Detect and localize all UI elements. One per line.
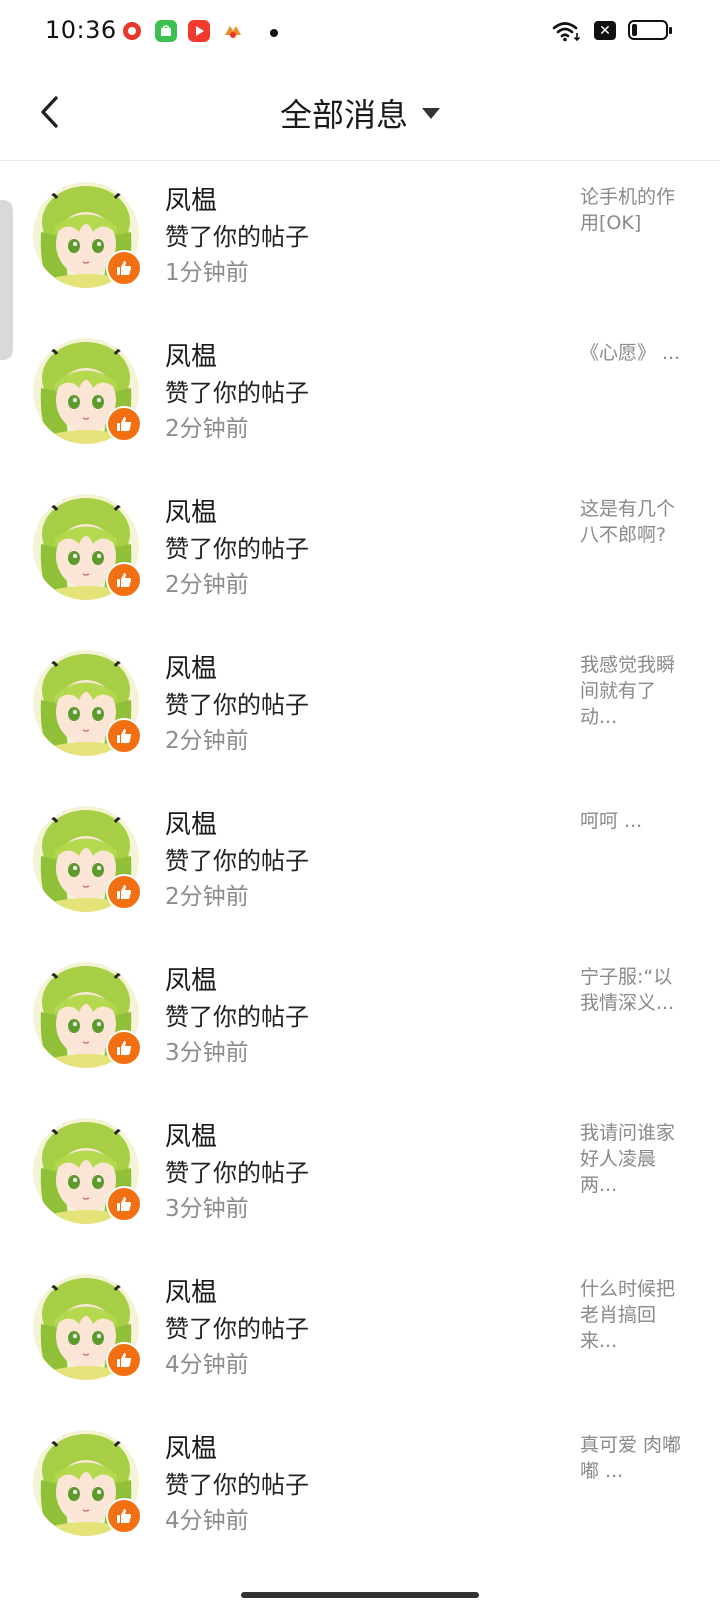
post-snippet[interactable]: 宁子服:“以我情深义... xyxy=(580,964,690,1016)
notification-action: 赞了你的帖子 xyxy=(165,535,309,563)
notification-item[interactable]: 凤榅赞了你的帖子 1分钟前 论手机的作用[OK] xyxy=(0,160,720,316)
thumbs-up-icon xyxy=(106,1030,142,1066)
notification-dot xyxy=(270,29,278,37)
notification-item[interactable]: 凤榅赞了你的帖子 2分钟前 呵呵 ... xyxy=(0,784,720,940)
notification-time: 2分钟前 xyxy=(165,416,249,442)
notification-item[interactable]: 凤榅赞了你的帖子 2分钟前 我感觉我瞬间就有了动... xyxy=(0,628,720,784)
notification-action: 赞了你的帖子 xyxy=(165,1471,309,1499)
sender-name: 凤榅 xyxy=(165,966,218,996)
page-title: 全部消息 xyxy=(279,96,408,134)
notification-time: 4分钟前 xyxy=(165,1352,249,1378)
notification-list: 凤榅 赞了你的帖子 1分钟前 论手机的作用[OK] 凤榅 赞了你的帖子 2分钟前 《心愿》 … xyxy=(0,160,720,1564)
sender-name: 凤榅 xyxy=(165,1122,218,1152)
sender-name: 凤榅 xyxy=(165,654,218,684)
game-app-icon xyxy=(222,20,244,42)
message-app-icon xyxy=(121,20,143,42)
notification-time: 2分钟前 xyxy=(165,884,249,910)
notification-action: 赞了你的帖子 xyxy=(165,1315,309,1343)
notification-action: 赞了你的帖子 xyxy=(165,223,309,251)
store-app-icon xyxy=(155,20,177,42)
video-app-icon xyxy=(188,20,210,42)
post-snippet[interactable]: 呵呵 ... xyxy=(580,808,690,834)
post-snippet[interactable]: 《心愿》 ... xyxy=(580,340,690,366)
sender-name: 凤榅 xyxy=(165,342,218,372)
title-dropdown[interactable]: 全部消息 xyxy=(0,90,720,136)
notification-item[interactable]: 凤榅赞了你的帖子 3分钟前 我请问谁家好人凌晨两... xyxy=(0,1096,720,1252)
thumbs-up-icon xyxy=(106,1498,142,1534)
thumbs-up-icon xyxy=(106,562,142,598)
notification-time: 1分钟前 xyxy=(165,260,249,286)
caret-down-icon xyxy=(422,107,440,119)
thumbs-up-icon xyxy=(106,250,142,286)
notification-time: 2分钟前 xyxy=(165,572,249,598)
notification-action: 赞了你的帖子 xyxy=(165,691,309,719)
status-time: 10:36 xyxy=(45,16,117,44)
thumbs-up-icon xyxy=(106,406,142,442)
home-indicator[interactable] xyxy=(241,1592,479,1598)
notification-item[interactable]: 凤榅赞了你的帖子 3分钟前 宁子服:“以我情深义... xyxy=(0,940,720,1096)
post-snippet[interactable]: 这是有几个八不郎啊? xyxy=(580,496,690,548)
battery-level xyxy=(632,24,637,36)
notification-action: 赞了你的帖子 xyxy=(165,1003,309,1031)
notification-item[interactable]: 凤榅赞了你的帖子 4分钟前 真可爱 肉嘟嘟 ... xyxy=(0,1408,720,1564)
notification-item[interactable]: 凤榅赞了你的帖子 2分钟前 《心愿》 ... xyxy=(0,316,720,472)
post-snippet[interactable]: 我感觉我瞬间就有了动... xyxy=(580,652,690,730)
post-snippet[interactable]: 论手机的作用[OK] xyxy=(580,184,690,236)
notification-item[interactable]: 凤榅赞了你的帖子 2分钟前 这是有几个八不郎啊? xyxy=(0,472,720,628)
notification-time: 3分钟前 xyxy=(165,1040,249,1066)
sender-name: 凤榅 xyxy=(165,1278,218,1308)
post-snippet[interactable]: 真可爱 肉嘟嘟 ... xyxy=(580,1432,690,1484)
post-snippet[interactable]: 我请问谁家好人凌晨两... xyxy=(580,1120,690,1198)
post-snippet[interactable]: 什么时候把老肖搞回来... xyxy=(580,1276,690,1354)
battery-icon xyxy=(628,20,672,40)
notification-time: 3分钟前 xyxy=(165,1196,249,1222)
notification-item[interactable]: 凤榅赞了你的帖子 4分钟前 什么时候把老肖搞回来... xyxy=(0,1252,720,1408)
wifi-icon xyxy=(552,22,581,42)
notification-action: 赞了你的帖子 xyxy=(165,1159,309,1187)
notification-time: 4分钟前 xyxy=(165,1508,249,1534)
notification-action: 赞了你的帖子 xyxy=(165,847,309,875)
notification-time: 2分钟前 xyxy=(165,728,249,754)
status-bar: 10:36 ✕ xyxy=(0,0,720,64)
sender-name: 凤榅 xyxy=(165,810,218,840)
thumbs-up-icon xyxy=(106,1186,142,1222)
sender-name: 凤榅 xyxy=(165,1434,218,1464)
notification-action: 赞了你的帖子 xyxy=(165,379,309,407)
sender-name: 凤榅 xyxy=(165,498,218,528)
thumbs-up-icon xyxy=(106,1342,142,1378)
thumbs-up-icon xyxy=(106,718,142,754)
no-sim-icon: ✕ xyxy=(594,21,616,40)
header: 全部消息 xyxy=(0,64,720,161)
sender-name: 凤榅 xyxy=(165,186,218,216)
thumbs-up-icon xyxy=(106,874,142,910)
